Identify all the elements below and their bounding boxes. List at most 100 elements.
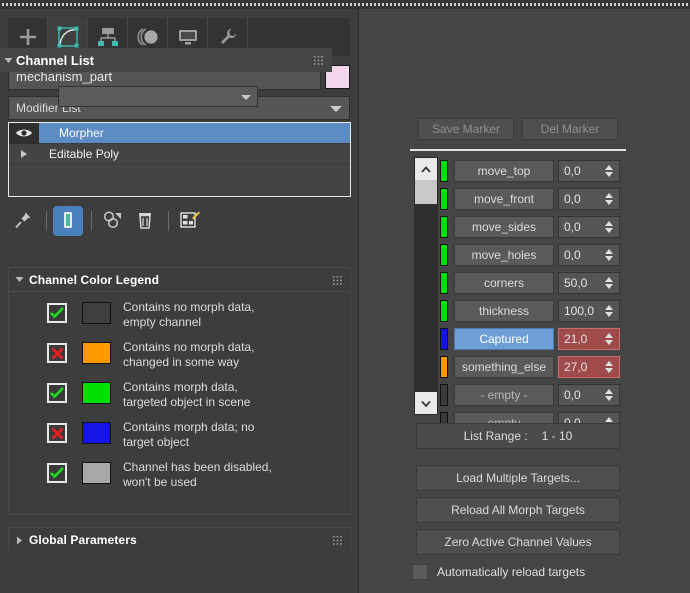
channel-color-marker xyxy=(440,384,448,406)
channel-name-button[interactable]: thickness xyxy=(454,300,554,322)
global-rollout-header[interactable]: Global Parameters xyxy=(9,528,350,552)
modifier-stack-row-morpher[interactable]: Morpher xyxy=(9,122,350,144)
channel-color-marker xyxy=(440,328,448,350)
channel-value-spinner[interactable]: 21,0 xyxy=(558,328,620,350)
channel-value: 0,0 xyxy=(564,220,581,234)
channel-name-button[interactable]: something_else xyxy=(454,356,554,378)
spinner-arrows-icon[interactable] xyxy=(605,193,613,205)
scrollbar-thumb[interactable] xyxy=(415,180,437,204)
legend-text-line1: Channel has been disabled, xyxy=(123,460,272,474)
eye-icon[interactable] xyxy=(9,122,39,144)
del-marker-button[interactable]: Del Marker xyxy=(522,118,618,140)
channel-name-button[interactable]: move_sides xyxy=(454,216,554,238)
channel-name-button[interactable]: corners xyxy=(454,272,554,294)
channel-row[interactable]: something_else 27,0 xyxy=(440,354,620,380)
channel-list-scrollbar[interactable] xyxy=(414,157,438,415)
spinner-arrows-icon[interactable] xyxy=(605,389,613,401)
channel-value-spinner[interactable]: 0,0 xyxy=(558,244,620,266)
del-marker-label: Del Marker xyxy=(540,122,600,136)
channel-row[interactable]: - empty - 0,0 xyxy=(440,382,620,408)
channel-list-rollout-header[interactable]: Channel List xyxy=(0,48,332,72)
modifier-stack-label: Morpher xyxy=(59,126,104,140)
legend-item: Channel has been disabled, won't be used xyxy=(9,459,350,499)
auto-reload-checkbox[interactable] xyxy=(412,564,428,580)
channel-row[interactable]: move_sides 0,0 xyxy=(440,214,620,240)
channel-name-button[interactable]: move_holes xyxy=(454,244,554,266)
channel-value-spinner[interactable]: 100,0 xyxy=(558,300,620,322)
reload-all-morph-targets-button[interactable]: Reload All Morph Targets xyxy=(416,497,620,523)
scroll-down-button[interactable] xyxy=(415,392,437,414)
spinner-arrows-icon[interactable] xyxy=(605,165,613,177)
spinner-arrows-icon[interactable] xyxy=(605,221,613,233)
legend-text-line1: Contains no morph data, xyxy=(123,300,255,314)
modifier-stack-row-editable-poly[interactable]: Editable Poly xyxy=(9,144,350,165)
channel-value-spinner[interactable]: 0,0 xyxy=(558,216,620,238)
channel-row[interactable]: move_top 0,0 xyxy=(440,158,620,184)
channel-color-marker xyxy=(440,160,448,182)
triangle-right-icon[interactable] xyxy=(9,144,39,165)
plus-icon xyxy=(17,26,39,48)
channel-value: 0,0 xyxy=(564,248,581,262)
channel-row-selected[interactable]: Captured 21,0 xyxy=(440,326,620,352)
spinner-arrows-icon[interactable] xyxy=(605,361,613,373)
legend-swatch xyxy=(82,302,111,324)
modifier-stack[interactable]: Morpher Editable Poly xyxy=(8,122,351,197)
pin-stack-button[interactable] xyxy=(8,206,38,236)
zero-active-channel-values-button[interactable]: Zero Active Channel Values xyxy=(416,529,620,555)
remove-modifier-button[interactable] xyxy=(130,206,160,236)
spinner-arrows-icon[interactable] xyxy=(605,305,613,317)
channel-value: 0,0 xyxy=(564,164,581,178)
channel-color-marker xyxy=(440,244,448,266)
channel-name-button[interactable]: Captured xyxy=(454,328,554,350)
channel-row[interactable]: corners 50,0 xyxy=(440,270,620,296)
save-marker-button[interactable]: Save Marker xyxy=(418,118,514,140)
channel-value-spinner[interactable]: 27,0 xyxy=(558,356,620,378)
grab-handle-icon[interactable] xyxy=(332,535,343,546)
auto-reload-targets-row[interactable]: Automatically reload targets xyxy=(412,562,622,582)
load-multiple-targets-button[interactable]: Load Multiple Targets... xyxy=(416,465,620,491)
channel-value-spinner[interactable]: 0,0 xyxy=(558,188,620,210)
marker-dropdown[interactable] xyxy=(58,86,258,107)
channel-color-marker xyxy=(440,216,448,238)
legend-rollout-header[interactable]: Channel Color Legend xyxy=(9,268,350,292)
grab-handle-icon[interactable] xyxy=(332,275,343,286)
channel-row[interactable]: move_front 0,0 xyxy=(440,186,620,212)
channel-name-button[interactable]: move_front xyxy=(454,188,554,210)
channel-row[interactable]: move_holes 0,0 xyxy=(440,242,620,268)
auto-reload-label: Automatically reload targets xyxy=(437,565,586,579)
channel-value-spinner[interactable]: 0,0 xyxy=(558,160,620,182)
global-rollout-title: Global Parameters xyxy=(29,533,137,547)
panel-drag-strip[interactable] xyxy=(0,0,690,9)
legend-text-line2: targeted object in scene xyxy=(123,395,251,409)
channel-name-button[interactable]: - empty - xyxy=(454,384,554,406)
spinner-arrows-icon[interactable] xyxy=(605,277,613,289)
legend-swatch xyxy=(82,422,111,444)
legend-swatch xyxy=(82,382,111,404)
triangle-right-icon[interactable] xyxy=(9,536,29,545)
triangle-down-icon[interactable] xyxy=(0,57,16,64)
modifier-stack-empty-area[interactable] xyxy=(9,165,350,196)
channel-value-spinner[interactable]: 0,0 xyxy=(558,384,620,406)
legend-text: Contains no morph data, changed in some … xyxy=(123,339,254,370)
scroll-up-button[interactable] xyxy=(415,158,437,180)
check-icon xyxy=(47,383,67,403)
channel-name-button[interactable]: move_top xyxy=(454,160,554,182)
channel-value-spinner[interactable]: 50,0 xyxy=(558,272,620,294)
configure-modifier-sets-button[interactable] xyxy=(175,206,205,236)
make-unique-button[interactable] xyxy=(98,206,128,236)
legend-text-line1: Contains morph data; no xyxy=(123,420,255,434)
legend-text: Contains no morph data, empty channel xyxy=(123,299,254,330)
grab-handle-icon[interactable] xyxy=(313,55,324,66)
channel-row[interactable]: thickness 100,0 xyxy=(440,298,620,324)
show-end-result-button[interactable] xyxy=(53,206,83,236)
trash-icon xyxy=(135,210,155,233)
legend-text-line2: won't be used xyxy=(123,475,197,489)
spinner-arrows-icon[interactable] xyxy=(605,249,613,261)
channel-rows: move_top 0,0 move_front 0,0 move_sides 0… xyxy=(440,158,620,438)
triangle-down-icon[interactable] xyxy=(9,276,29,283)
tube-icon xyxy=(58,210,78,233)
legend-rollout-title: Channel Color Legend xyxy=(29,272,160,287)
list-range-label: List Range : xyxy=(463,429,528,443)
list-range-button[interactable]: List Range : 1 - 10 xyxy=(416,423,620,449)
spinner-arrows-icon[interactable] xyxy=(605,333,613,345)
